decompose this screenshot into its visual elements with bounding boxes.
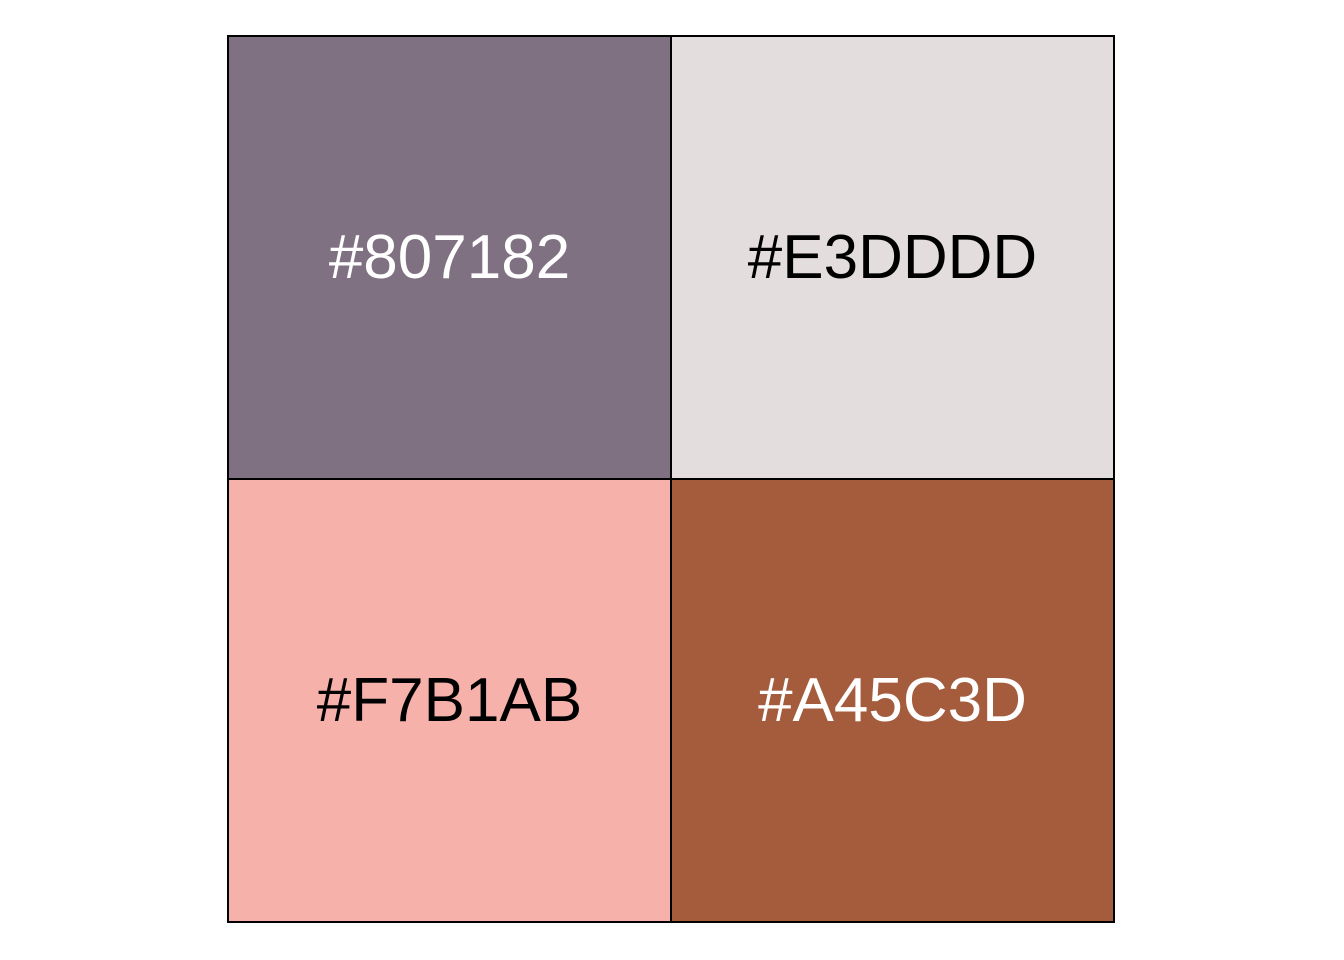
swatch-hex-label: #A45C3D (758, 665, 1027, 735)
color-swatch: #807182 (228, 36, 671, 479)
swatch-hex-label: #807182 (328, 222, 571, 292)
color-palette-grid: #807182 #E3DDDD #F7B1AB #A45C3D (227, 35, 1115, 923)
color-swatch: #F7B1AB (228, 479, 671, 922)
color-swatch: #A45C3D (671, 479, 1114, 922)
color-swatch: #E3DDDD (671, 36, 1114, 479)
swatch-hex-label: #E3DDDD (747, 222, 1038, 292)
swatch-hex-label: #F7B1AB (316, 665, 583, 735)
